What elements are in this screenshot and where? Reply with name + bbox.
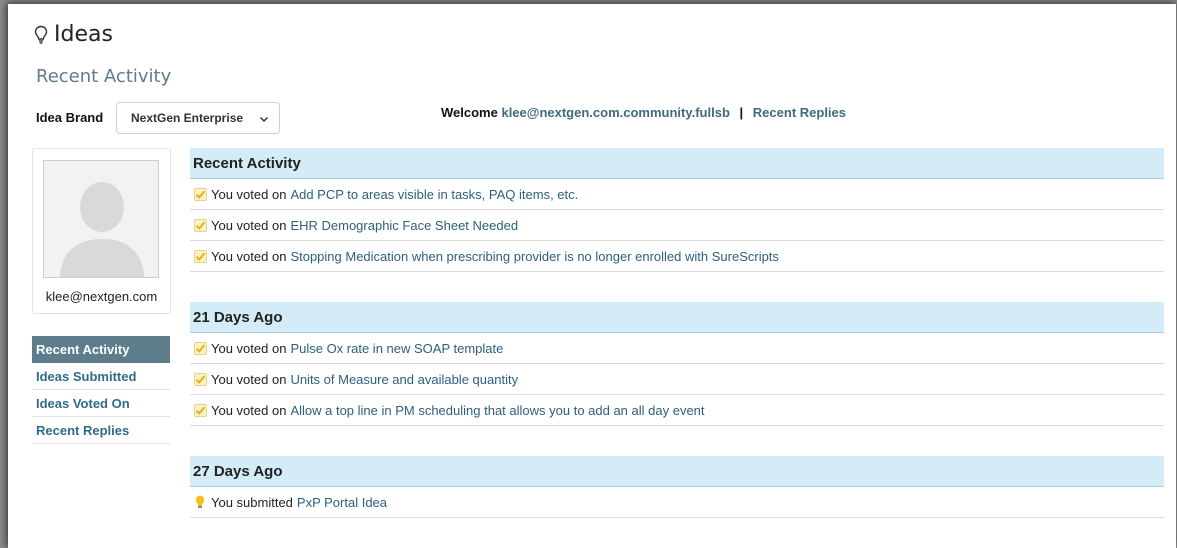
idea-link[interactable]: EHR Demographic Face Sheet Needed [290, 218, 518, 233]
idea-link[interactable]: Allow a top line in PM scheduling that a… [290, 403, 704, 418]
sidebar-nav: Recent Activity Ideas Submitted Ideas Vo… [32, 336, 170, 444]
activity-action: You voted on [211, 402, 287, 418]
list-item: You voted on Pulse Ox rate in new SOAP t… [190, 333, 1164, 364]
list-item: You voted on Stopping Medication when pr… [190, 241, 1164, 272]
idea-link[interactable]: Units of Measure and available quantity [290, 372, 518, 387]
sidebar-item-recent-activity[interactable]: Recent Activity [32, 336, 170, 363]
list-item: You voted on Allow a top line in PM sche… [190, 395, 1164, 426]
page-title-text: Ideas [54, 22, 113, 47]
section-heading: Recent Activity [190, 148, 1164, 179]
checkmark-icon [193, 341, 207, 355]
list-item: You voted on EHR Demographic Face Sheet … [190, 210, 1164, 241]
welcome-bar: Welcome klee@nextgen.com.community.fulls… [441, 105, 846, 120]
welcome-separator: | [739, 105, 744, 120]
list-item: You voted on Units of Measure and availa… [190, 364, 1164, 395]
activity-section: Recent Activity You voted on Add PCP to … [190, 148, 1164, 272]
checkmark-icon [193, 403, 207, 417]
activity-section: 27 Days Ago You submitted PxP Portal Ide… [190, 456, 1164, 518]
activity-action: You voted on [211, 248, 287, 264]
sidebar-item-ideas-voted-on[interactable]: Ideas Voted On [32, 390, 170, 417]
list-item: You submitted PxP Portal Idea [190, 487, 1164, 518]
idea-link[interactable]: Pulse Ox rate in new SOAP template [290, 341, 503, 356]
activity-action: You submitted [211, 494, 293, 510]
ideas-page: Ideas Recent Activity Idea Brand NextGen… [8, 4, 1176, 548]
user-email-link[interactable]: klee@nextgen.com.community.fullsb [501, 105, 729, 120]
recent-replies-link[interactable]: Recent Replies [753, 105, 846, 120]
idea-brand-select[interactable]: NextGen Enterprise [116, 102, 280, 134]
profile-card: klee@nextgen.com [32, 148, 171, 314]
chevron-down-icon [259, 113, 269, 127]
section-heading: 21 Days Ago [190, 302, 1164, 333]
profile-name: klee@nextgen.com [45, 289, 158, 304]
welcome-prefix: Welcome [441, 105, 498, 120]
idea-brand-label: Idea Brand [36, 110, 104, 125]
idea-link[interactable]: Add PCP to areas visible in tasks, PAQ i… [290, 187, 578, 202]
section-heading: 27 Days Ago [190, 456, 1164, 487]
list-item: You voted on Add PCP to areas visible in… [190, 179, 1164, 210]
idea-brand-selected-value: NextGen Enterprise [131, 111, 244, 125]
page-title: Ideas [34, 22, 113, 47]
activity-feed: Recent Activity You voted on Add PCP to … [190, 148, 1164, 548]
checkmark-icon [193, 218, 207, 232]
checkmark-icon [193, 372, 207, 386]
checkmark-icon [193, 249, 207, 263]
lightbulb-icon [193, 495, 207, 509]
activity-section: 21 Days Ago You voted on Pulse Ox rate i… [190, 302, 1164, 426]
activity-action: You voted on [211, 371, 287, 387]
idea-link[interactable]: PxP Portal Idea [297, 495, 387, 510]
idea-link[interactable]: Stopping Medication when prescribing pro… [290, 249, 778, 264]
sidebar-item-recent-replies[interactable]: Recent Replies [32, 417, 170, 444]
page-subtitle: Recent Activity [36, 66, 172, 87]
lightbulb-icon [34, 25, 48, 45]
activity-action: You voted on [211, 217, 287, 233]
sidebar-item-ideas-submitted[interactable]: Ideas Submitted [32, 363, 170, 390]
activity-action: You voted on [211, 186, 287, 202]
activity-action: You voted on [211, 340, 287, 356]
checkmark-icon [193, 187, 207, 201]
avatar [43, 160, 159, 278]
